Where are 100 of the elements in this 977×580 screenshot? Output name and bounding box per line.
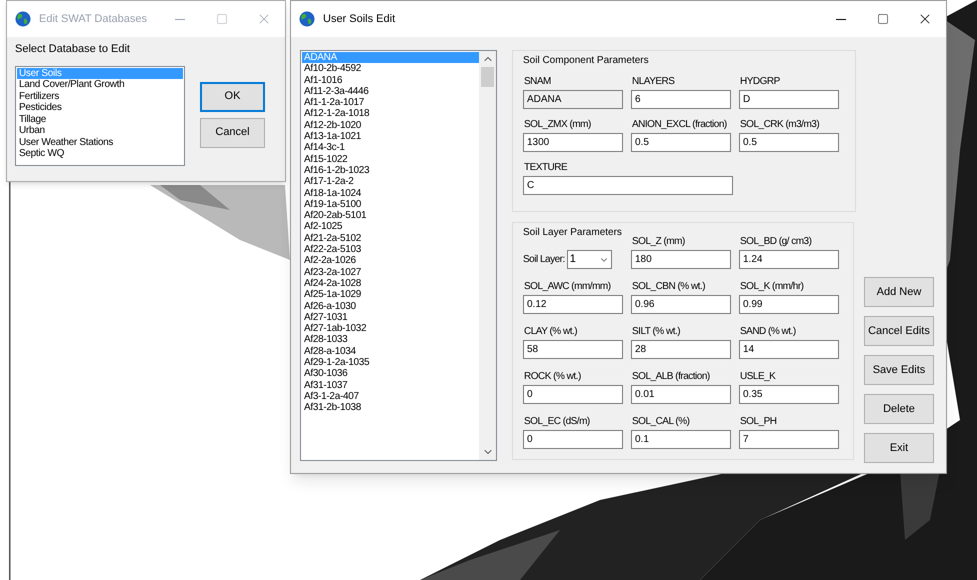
soil-list-item[interactable]: Af11-2-3a-4446 (302, 86, 479, 98)
database-list-item[interactable]: Pesticides (17, 102, 183, 114)
field-label: SOL_BD (g/ cm3) (740, 236, 812, 248)
soil-list-item[interactable]: Af13-1a-1021 (302, 131, 479, 142)
action-button[interactable]: Delete (864, 394, 934, 424)
soil-list-item[interactable]: Af3-1-2a-407 (302, 390, 479, 402)
input-field[interactable]: 0.01 (631, 385, 731, 404)
input-field[interactable]: 0.5 (631, 133, 731, 152)
input-field[interactable]: 7 (739, 430, 839, 449)
soil-list-item[interactable]: Af31-1037 (302, 380, 479, 391)
dialog-button[interactable]: OK (200, 82, 265, 112)
field-label: SOL_PH (740, 416, 776, 428)
group-title: Soil Layer Parameters (523, 226, 623, 240)
layer-dropdown[interactable]: 1 (566, 250, 612, 269)
soil-list-item[interactable]: Af20-2ab-5101 (302, 210, 479, 222)
input-field[interactable]: C (523, 176, 733, 195)
input-field[interactable]: ADANA (523, 90, 623, 109)
field-label: SNAM (524, 76, 551, 88)
soil-list-item[interactable]: Af28-1033 (302, 334, 479, 346)
action-button[interactable]: Exit (864, 433, 934, 463)
field-label: TEXTURE (524, 162, 568, 174)
field-label: Soil Layer: (523, 253, 565, 267)
field-label: SILT (% wt.) (632, 326, 680, 338)
group-title: Soil Component Parameters (523, 54, 650, 68)
input-field[interactable]: 0.12 (523, 295, 623, 314)
database-list-item[interactable]: Land Cover/Plant Growth (17, 79, 183, 90)
dialog-button[interactable]: Cancel (200, 118, 265, 148)
globe-icon (15, 11, 31, 27)
field-label: SOL_CBN (% wt.) (632, 281, 706, 293)
input-field[interactable]: D (739, 90, 839, 109)
field-label: USLE_K (740, 371, 776, 383)
globe-icon (299, 11, 315, 27)
field-label: SOL_CAL (%) (632, 416, 690, 428)
soil-list-item[interactable]: Af17-1-2a-2 (302, 176, 479, 188)
action-button[interactable]: Add New (864, 277, 934, 307)
field-label: SOL_EC (dS/m) (524, 416, 590, 428)
soil-list-item[interactable]: Af10-2b-4592 (302, 63, 479, 75)
action-button[interactable]: Cancel Edits (864, 316, 934, 346)
soil-list-item[interactable]: Af31-2b-1038 (302, 402, 479, 414)
database-list-item[interactable]: Septic WQ (17, 148, 183, 160)
soil-list-item[interactable]: Af27-1031 (302, 312, 479, 324)
field-label: ROCK (% wt.) (524, 371, 581, 383)
soil-list-item[interactable]: Af23-2a-1027 (302, 266, 479, 278)
input-field[interactable]: 1.24 (739, 250, 839, 269)
input-field[interactable]: 0 (523, 430, 623, 449)
soil-list-item[interactable]: Af15-1022 (302, 154, 479, 165)
soil-list-item[interactable]: Af1-1016 (302, 74, 479, 86)
field-label: SOL_CRK (m3/m3) (740, 119, 820, 131)
input-field[interactable]: 180 (631, 250, 731, 269)
soil-list-item[interactable]: Af27-1ab-1032 (302, 323, 479, 334)
input-field[interactable]: 14 (739, 340, 839, 359)
soil-list-item[interactable]: Af19-1a-5100 (302, 198, 479, 210)
soil-list-item[interactable]: Af29-1-2a-1035 (302, 357, 479, 368)
soil-list-item[interactable]: Af21-2a-5102 (302, 232, 479, 244)
soil-list-item[interactable]: Af25-1a-1029 (302, 289, 479, 301)
field-label: NLAYERS (632, 76, 674, 88)
input-field[interactable]: 6 (631, 90, 731, 109)
soil-list-item[interactable]: Af14-3c-1 (302, 142, 479, 154)
soil-list-item[interactable]: Af18-1a-1024 (302, 188, 479, 199)
database-list-item[interactable]: Tillage (17, 114, 183, 125)
field-label: SOL_ALB (fraction) (632, 371, 710, 383)
minimize-icon (175, 18, 185, 20)
database-list-item[interactable]: Fertilizers (17, 90, 183, 102)
minimize-icon (836, 18, 846, 20)
input-field[interactable]: 28 (631, 340, 731, 359)
field-label: HYDGRP (740, 76, 780, 88)
database-list-item[interactable]: User Weather Stations (17, 136, 183, 148)
soil-list-item[interactable]: Af1-1-2a-1017 (302, 97, 479, 108)
input-field[interactable]: 1300 (523, 133, 623, 152)
input-field[interactable]: 0 (523, 385, 623, 404)
soil-list-item[interactable]: Af12-2b-1020 (302, 120, 479, 132)
soil-list-item[interactable]: Af30-1036 (302, 368, 479, 380)
action-button[interactable]: Save Edits (864, 355, 934, 385)
field-label: SOL_ZMX (mm) (524, 119, 591, 131)
input-field[interactable]: 0.1 (631, 430, 731, 449)
soil-list-item[interactable]: Af28-a-1034 (302, 346, 479, 358)
input-field[interactable]: 58 (523, 340, 623, 359)
soil-list-item[interactable]: Af12-1-2a-1018 (302, 108, 479, 120)
maximize-icon (877, 13, 889, 25)
soil-list-item[interactable]: Af2-2a-1026 (302, 255, 479, 267)
input-field[interactable]: 0.5 (739, 133, 839, 152)
soil-list-item[interactable]: Af22-2a-5103 (302, 244, 479, 256)
database-list-item[interactable]: Urban (17, 125, 183, 136)
scrollbar[interactable] (479, 51, 496, 460)
field-label: ANION_EXCL (fraction) (632, 119, 727, 131)
scroll-thumb[interactable] (481, 67, 494, 87)
soil-list-item[interactable]: Af26-a-1030 (302, 300, 479, 312)
input-field[interactable]: 0.99 (739, 295, 839, 314)
soil-list-item[interactable]: Af16-1-2b-1023 (302, 164, 479, 176)
input-field[interactable]: 0.96 (631, 295, 731, 314)
soil-list-item[interactable]: Af24-2a-1028 (302, 278, 479, 290)
maximize-icon (216, 13, 228, 25)
field-label: CLAY (% wt.) (524, 326, 578, 338)
prompt-label: Select Database to Edit (15, 42, 131, 57)
field-label: SOL_Z (mm) (632, 236, 685, 248)
soil-list-item[interactable]: Af2-1025 (302, 221, 479, 233)
input-field[interactable]: 0.35 (739, 385, 839, 404)
field-label: SAND (% wt.) (740, 326, 796, 338)
field-label: SOL_K (mm/hr) (740, 281, 804, 293)
window-title: User Soils Edit (323, 12, 396, 27)
